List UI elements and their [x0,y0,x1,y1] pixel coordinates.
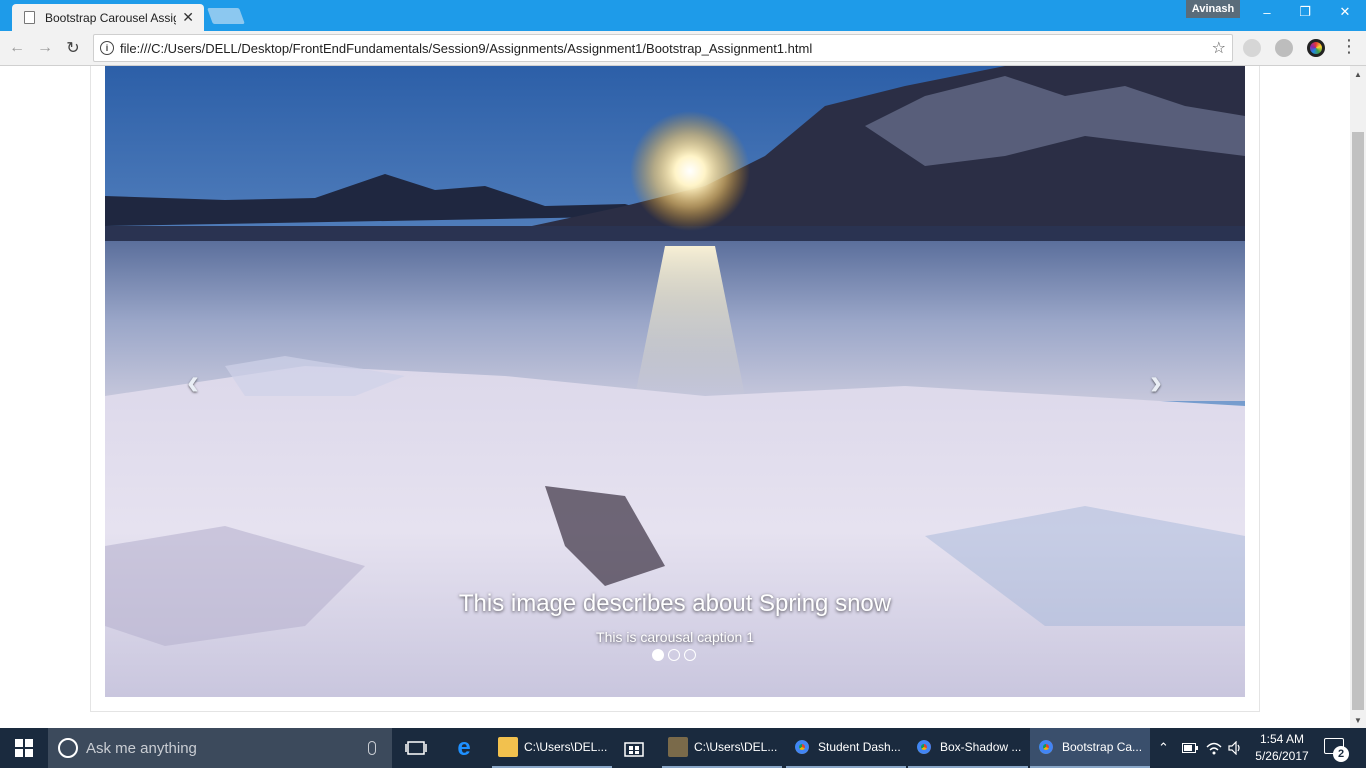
taskbar-app-label: Bootstrap Ca... [1062,740,1143,754]
info-icon[interactable]: i [100,41,114,55]
color-picker-extension-icon[interactable] [1307,39,1325,57]
chrome-icon [1036,737,1056,757]
wifi-icon[interactable] [1206,728,1222,768]
search-placeholder: Ask me anything [86,739,197,757]
reload-icon[interactable]: ↻ [62,37,84,59]
carousel-caption-text: This is carousal caption 1 [596,629,754,645]
back-arrow-icon[interactable]: ← [6,37,28,59]
scroll-thumb[interactable] [1352,132,1364,710]
system-clock[interactable]: 1:54 AM 5/26/2017 [1244,731,1320,765]
microphone-icon[interactable] [368,741,376,755]
task-view-icon[interactable] [404,736,428,760]
volume-icon[interactable] [1228,728,1242,768]
forward-arrow-icon[interactable]: → [34,37,56,59]
start-button[interactable] [0,728,48,768]
taskbar-app-chrome-boxshadow[interactable]: Box-Shadow ... [908,728,1028,768]
taskbar-app-chrome-student[interactable]: Student Dash... [786,728,906,768]
carousel-next-control[interactable]: › [1136,361,1176,402]
restore-button[interactable]: ❐ [1285,0,1325,24]
carousel-prev-control[interactable]: ‹ [173,361,213,402]
scroll-down-arrow-icon[interactable]: ▼ [1350,712,1366,728]
store-icon[interactable] [622,736,646,760]
taskbar-app-chrome-bootstrap[interactable]: Bootstrap Ca... [1030,728,1150,768]
scroll-up-arrow-icon[interactable]: ▲ [1350,66,1366,82]
carousel: ‹ › This image describes about Spring sn… [105,66,1245,697]
battery-icon[interactable] [1182,728,1198,768]
clock-time: 1:54 AM [1259,732,1305,746]
address-bar[interactable]: i file:///C:/Users/DELL/Desktop/FrontEnd… [93,34,1233,62]
tab-title: Bootstrap Carousel Assig [45,10,177,25]
windows-taskbar: Ask me anything e C:\Users\DEL... C:\Use… [0,728,1366,768]
taskbar-app-sublime[interactable]: C:\Users\DEL... [662,728,782,768]
page-viewport: ‹ › This image describes about Spring sn… [0,66,1350,728]
chrome-icon [792,737,812,757]
clock-date: 5/26/2017 [1255,749,1309,763]
carousel-indicators [652,649,696,661]
taskbar-app-label: C:\Users\DEL... [524,740,608,754]
taskbar-app-label: C:\Users\DEL... [694,740,778,754]
extension-icon[interactable] [1243,39,1261,57]
sublime-icon [668,737,688,757]
carousel-indicator[interactable] [652,649,664,661]
new-tab-button[interactable] [207,8,245,24]
chrome-icon [914,737,934,757]
cortana-icon [58,738,78,758]
browser-tab[interactable]: Bootstrap Carousel Assig ✕ [12,4,204,31]
edge-icon[interactable]: e [452,734,476,761]
taskbar-app-label: Student Dash... [818,740,901,754]
cortana-search-box[interactable]: Ask me anything [48,728,392,768]
show-hidden-icons-icon[interactable]: ⌃ [1158,728,1169,768]
notification-count-badge: 2 [1333,746,1349,762]
windows-logo-icon [15,739,33,757]
url-text: file:///C:/Users/DELL/Desktop/FrontEndFu… [120,40,813,56]
taskbar-app-file-explorer[interactable]: C:\Users\DEL... [492,728,612,768]
close-window-button[interactable]: ✕ [1325,0,1365,24]
carousel-caption-title: This image describes about Spring snow [458,590,892,617]
menu-icon[interactable]: ⋮ [1340,36,1358,57]
vertical-scrollbar[interactable]: ▲ ▼ [1350,66,1366,728]
browser-toolbar: ← → ↻ i file:///C:/Users/DELL/Desktop/Fr… [0,31,1366,66]
close-tab-icon[interactable]: ✕ [182,9,194,26]
profile-button[interactable]: Avinash [1186,0,1240,18]
bookmark-star-icon[interactable]: ☆ [1212,38,1226,58]
extension-icon[interactable] [1275,39,1293,57]
page-icon [24,11,35,24]
folder-icon [498,737,518,757]
carousel-indicator[interactable] [668,649,680,661]
taskbar-app-label: Box-Shadow ... [940,740,1022,754]
minimize-button[interactable]: – [1247,0,1287,24]
title-bar: Bootstrap Carousel Assig ✕ Avinash – ❐ ✕ [0,0,1366,31]
carousel-indicator[interactable] [684,649,696,661]
